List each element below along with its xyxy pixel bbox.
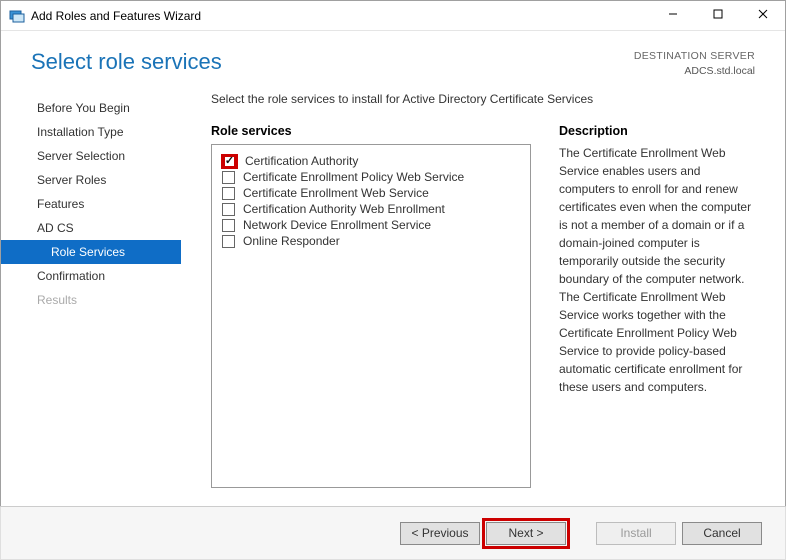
cancel-button[interactable]: Cancel	[682, 522, 762, 545]
main-area: Before You BeginInstallation TypeServer …	[1, 88, 785, 488]
role-service-item[interactable]: Online Responder	[222, 233, 520, 249]
description-text: The Certificate Enrollment Web Service e…	[559, 144, 759, 396]
sidebar-item-server-selection[interactable]: Server Selection	[1, 144, 181, 168]
sidebar-item-confirmation[interactable]: Confirmation	[1, 264, 181, 288]
sidebar-item-role-services[interactable]: Role Services	[1, 240, 181, 264]
maximize-button[interactable]	[695, 1, 740, 30]
checkbox-icon[interactable]	[222, 203, 235, 216]
checkbox-icon[interactable]	[223, 155, 236, 168]
next-button[interactable]: Next >	[486, 522, 566, 545]
sidebar-item-results: Results	[1, 288, 181, 312]
role-service-label: Certification Authority	[245, 154, 358, 168]
role-service-item[interactable]: Certification Authority Web Enrollment	[222, 201, 520, 217]
sidebar-item-before-you-begin[interactable]: Before You Begin	[1, 96, 181, 120]
description-heading: Description	[559, 124, 759, 138]
destination-label: DESTINATION SERVER	[634, 49, 755, 64]
role-services-heading: Role services	[211, 124, 531, 138]
role-service-label: Certification Authority Web Enrollment	[243, 202, 445, 216]
destination-value: ADCS.std.local	[634, 64, 755, 79]
sidebar-item-installation-type[interactable]: Installation Type	[1, 120, 181, 144]
titlebar: Add Roles and Features Wizard	[1, 1, 785, 31]
instruction-text: Select the role services to install for …	[211, 92, 759, 106]
role-service-label: Certificate Enrollment Web Service	[243, 186, 429, 200]
destination-server: DESTINATION SERVER ADCS.std.local	[634, 49, 755, 78]
content: Select the role services to install for …	[181, 88, 769, 488]
minimize-button[interactable]	[650, 1, 695, 30]
role-service-item[interactable]: Certificate Enrollment Policy Web Servic…	[222, 169, 520, 185]
footer: < Previous Next > Install Cancel	[0, 506, 786, 560]
role-services-listbox[interactable]: Certification Authority Certificate Enrol…	[211, 144, 531, 488]
role-service-label: Network Device Enrollment Service	[243, 218, 431, 232]
sidebar-item-features[interactable]: Features	[1, 192, 181, 216]
page-title: Select role services	[31, 49, 634, 75]
role-service-label: Online Responder	[243, 234, 340, 248]
checkbox-icon[interactable]	[222, 171, 235, 184]
previous-button[interactable]: < Previous	[400, 522, 480, 545]
checkbox-icon[interactable]	[222, 235, 235, 248]
role-service-item[interactable]: Certification Authority	[222, 153, 520, 169]
install-button: Install	[596, 522, 676, 545]
checkbox-icon[interactable]	[222, 219, 235, 232]
window-title: Add Roles and Features Wizard	[31, 9, 201, 23]
sidebar-item-server-roles[interactable]: Server Roles	[1, 168, 181, 192]
sidebar-item-ad-cs[interactable]: AD CS	[1, 216, 181, 240]
heading-row: Select role services DESTINATION SERVER …	[1, 31, 785, 88]
sidebar: Before You BeginInstallation TypeServer …	[1, 88, 181, 488]
role-service-item[interactable]: Network Device Enrollment Service	[222, 217, 520, 233]
role-service-label: Certificate Enrollment Policy Web Servic…	[243, 170, 464, 184]
app-icon	[9, 8, 25, 24]
role-service-item[interactable]: Certificate Enrollment Web Service	[222, 185, 520, 201]
checkbox-icon[interactable]	[222, 187, 235, 200]
close-button[interactable]	[740, 1, 785, 30]
